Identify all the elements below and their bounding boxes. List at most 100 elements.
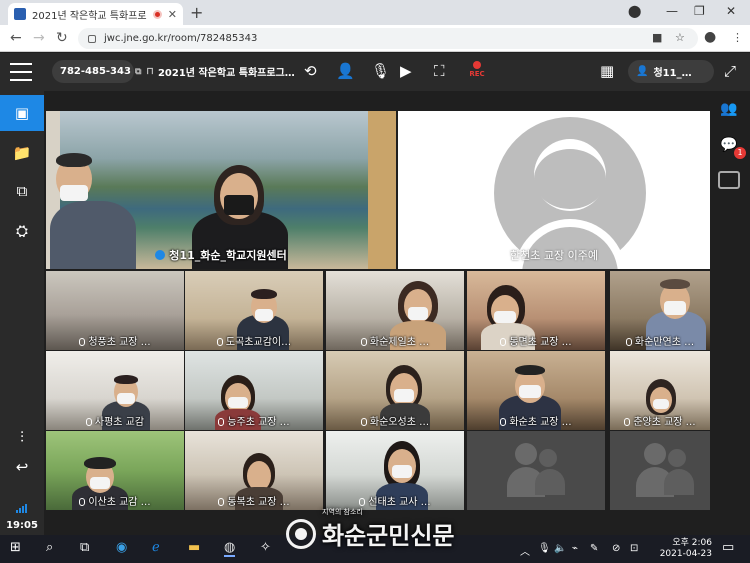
tray-language-icon[interactable]: ⊡	[630, 543, 638, 554]
group-avatar-icon	[507, 443, 567, 499]
tray-volume-icon[interactable]: 🔈	[554, 543, 566, 554]
video-stage: 청11_화순_학교지원센터 한천초 교장 이주예 청풍초 교장 … 도곡초교감이…	[44, 91, 710, 535]
participant-tile[interactable]: 청풍초 교장 …	[46, 271, 184, 350]
restore-button[interactable]: ❐	[694, 4, 705, 18]
participant-tile[interactable]: 화순만연초 …	[610, 271, 710, 350]
avatar-placeholder-icon	[494, 111, 646, 269]
record-label: REC	[469, 70, 485, 78]
room-id-button[interactable]: 782-485-343 ⧉	[52, 60, 141, 83]
clock-time: 오후 2:06	[672, 538, 712, 548]
participant-label: 화순제일초 …	[326, 333, 464, 348]
video-camera-icon[interactable]: ▶	[400, 62, 412, 80]
tray-pen-icon[interactable]: ✎	[590, 543, 598, 554]
participant-tile[interactable]: 화순제일초 …	[326, 271, 464, 350]
screen-capture-icon[interactable]: ⛶	[434, 62, 445, 80]
switch-camera-icon[interactable]: ⟲	[304, 62, 317, 80]
mic-muted-icon	[85, 418, 92, 426]
mic-muted-icon	[625, 338, 632, 346]
edge-browser-icon[interactable]: ◉	[116, 540, 127, 555]
participant-tile[interactable]: 화순초 교장 …	[467, 351, 605, 430]
menu-icon[interactable]	[10, 63, 32, 81]
fullscreen-icon[interactable]: ⤢	[724, 62, 736, 80]
minimize-button[interactable]: —	[666, 4, 678, 18]
mic-muted-icon	[500, 418, 507, 426]
participant-label: 능주초 교장 …	[185, 413, 323, 428]
notification-center-icon[interactable]: ▭	[722, 540, 734, 555]
record-dot-icon	[473, 61, 481, 69]
screen-share-icon[interactable]: ⧉	[0, 173, 44, 209]
participants-list-icon[interactable]: 👥	[718, 101, 740, 121]
forward-icon[interactable]: →	[33, 30, 45, 46]
exit-icon[interactable]: ↩	[0, 449, 44, 485]
publisher-watermark: 지역의 참소리 화순군민신문	[286, 508, 454, 551]
profile-menu-icon[interactable]: ⬤	[628, 4, 641, 18]
chrome-browser-icon[interactable]: ◍	[224, 540, 236, 557]
file-explorer-icon[interactable]: ▬	[188, 540, 200, 555]
participant-tile[interactable]: 선태초 교사 …	[326, 431, 464, 510]
tray-network-icon[interactable]: ⌁	[572, 543, 578, 554]
browser-tab-strip: 2021년 작은학교 특화프로그 ✕ + ⬤ — ❐ ✕	[0, 0, 750, 25]
meeting-toolbar: 782-485-343 ⧉ ⊓ 2021년 작은학교 특화프로그… ⟲ 👤 🎙 …	[0, 53, 750, 91]
search-icon[interactable]: ⌕	[46, 540, 53, 555]
ie-browser-icon[interactable]: ℯ	[152, 540, 160, 555]
speaking-indicator-icon	[155, 250, 166, 260]
participant-tile[interactable]: 이산초 교감 …	[46, 431, 184, 510]
tray-chevron-icon[interactable]: ︿	[520, 543, 530, 558]
main-video-tile[interactable]: 청11_화순_학교지원센터	[46, 111, 396, 269]
participant-label: 춘양초 교장 …	[610, 413, 710, 428]
record-button[interactable]: REC	[466, 59, 488, 78]
browser-tab[interactable]: 2021년 작은학교 특화프로그 ✕	[8, 3, 183, 25]
participant-label: 화순초 교장 …	[467, 413, 605, 428]
bookmark-star-icon[interactable]: ☆	[675, 31, 685, 44]
participant-tile[interactable]: 능주초 교장 …	[185, 351, 323, 430]
participant-tile[interactable]: 도곡초교감이…	[185, 271, 323, 350]
browser-menu-icon[interactable]: ⋮	[732, 31, 743, 44]
main-video-tile[interactable]: 한천초 교장 이주예	[398, 111, 710, 269]
lock-icon	[88, 34, 96, 43]
participant-label: 동면초 교장 …	[467, 333, 605, 348]
microphone-icon[interactable]: 🎙	[371, 62, 390, 80]
org-chart-icon[interactable]: ⛭	[0, 213, 44, 249]
participant-tile[interactable]: 사평초 교감	[46, 351, 184, 430]
room-id: 782-485-343	[60, 66, 131, 77]
account-avatar-icon[interactable]: ●	[704, 29, 716, 45]
participant-label: 도곡초교감이…	[185, 333, 323, 348]
main-tile-label: 청11_화순_학교지원센터	[46, 247, 396, 263]
participant-label: 화순만연초 …	[610, 333, 710, 348]
address-bar[interactable]: jwc.jne.go.kr/room/782485343	[78, 28, 698, 49]
tray-mic-icon[interactable]: 🎙	[538, 543, 551, 554]
invite-user-icon[interactable]: 👤	[336, 62, 355, 80]
user-name: 청11_…	[653, 68, 692, 79]
group-avatar-icon	[636, 443, 696, 499]
folder-icon[interactable]: 📁	[0, 135, 44, 171]
tab-close-icon[interactable]: ✕	[168, 8, 177, 21]
mic-muted-icon	[79, 338, 86, 346]
room-title-area: ⊓ 2021년 작은학교 특화프로그…	[138, 60, 295, 83]
mic-muted-icon	[360, 418, 367, 426]
mic-muted-icon	[404, 255, 410, 263]
participant-tile[interactable]: 화순오성초 …	[326, 351, 464, 430]
participant-tile[interactable]: 동면초 교장 …	[467, 271, 605, 350]
mic-muted-icon	[359, 498, 366, 506]
participant-label: 이산초 교감 …	[46, 493, 184, 508]
participant-label: 선태초 교사 …	[326, 493, 464, 508]
taskbar-clock[interactable]: 오후 2:06 2021-04-23	[660, 538, 712, 560]
empty-tile	[610, 431, 710, 510]
close-window-button[interactable]: ✕	[726, 4, 736, 18]
windows-start-icon[interactable]: ⊞	[10, 540, 21, 555]
user-profile-button[interactable]: 👤 청11_…	[628, 60, 714, 83]
grid-layout-icon[interactable]: ▦	[600, 62, 614, 80]
reload-icon[interactable]: ↻	[56, 30, 68, 46]
pip-icon[interactable]	[718, 171, 740, 189]
participant-tile[interactable]: 동복초 교장 …	[185, 431, 323, 510]
task-view-icon[interactable]: ⧉	[80, 540, 89, 555]
tab-title: 2021년 작은학교 특화프로그	[32, 10, 147, 22]
participants-icon[interactable]: ▣	[0, 95, 44, 131]
new-tab-button[interactable]: +	[190, 3, 203, 22]
camera-permission-icon[interactable]: ■	[652, 31, 662, 44]
app-icon[interactable]: ✧	[260, 540, 271, 555]
tray-status-icon[interactable]: ⊘	[612, 543, 620, 554]
back-icon[interactable]: ←	[10, 30, 22, 46]
participant-tile[interactable]: 춘양초 교장 …	[610, 351, 710, 430]
left-sidebar: ▣ 📁 ⧉ ⛭ ⫶ ↩ 19:05	[0, 91, 44, 535]
